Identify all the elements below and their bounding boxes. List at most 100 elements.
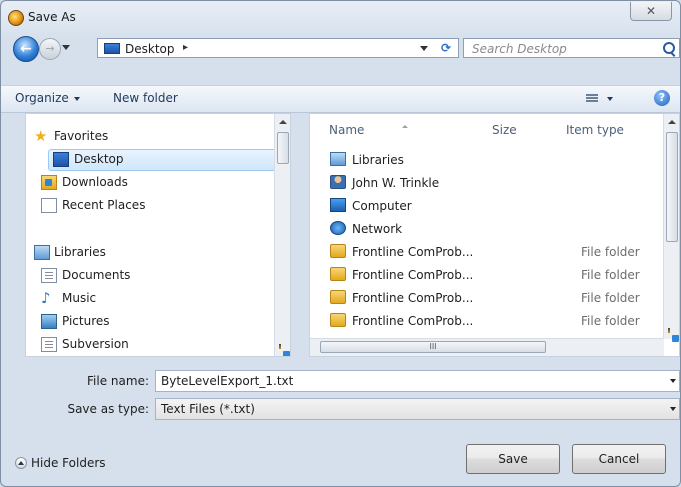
cancel-button[interactable]: Cancel (572, 444, 666, 474)
address-dropdown-icon[interactable] (420, 46, 428, 51)
sidebar-item-label: Subversion (62, 337, 129, 351)
organize-label: Organize (15, 91, 69, 105)
sidebar-item-label: Libraries (54, 245, 106, 259)
help-icon[interactable]: ? (654, 90, 670, 106)
desktop-icon (104, 43, 120, 54)
sidebar-item-documents[interactable]: Documents (26, 265, 276, 287)
file-name: Frontline ComProb... (352, 314, 474, 328)
search-box[interactable]: Search Desktop (463, 38, 680, 58)
navigation-pane: ★ Favorites Desktop Downloads Recent Pla… (25, 113, 291, 357)
folder-icon (330, 244, 346, 258)
list-item[interactable]: Frontline ComProb... File folder (326, 310, 656, 333)
chevron-down-icon[interactable] (670, 407, 676, 411)
sidebar-item-music[interactable]: ♪ Music (26, 288, 276, 310)
save-as-type-value[interactable]: Text Files (*.txt) (161, 402, 255, 416)
library-icon (34, 245, 50, 260)
file-list-horizontal-scrollbar[interactable]: III (310, 338, 664, 356)
save-as-type-select[interactable]: Text Files (*.txt) (155, 398, 680, 420)
list-item[interactable]: John W. Trinkle (326, 172, 656, 195)
sidebar-item-label: Desktop (74, 152, 124, 166)
sidebar-item-label: Favorites (54, 129, 109, 143)
window-title: Save As (28, 10, 76, 24)
sidebar-item-pictures[interactable]: Pictures (26, 311, 276, 333)
sidebar-item-label: Recent Places (62, 198, 146, 212)
column-header-item-type[interactable]: Item type (566, 123, 624, 137)
scroll-up-icon[interactable] (279, 120, 287, 124)
music-icon: ♪ (41, 289, 51, 307)
user-folder-icon (330, 175, 346, 189)
search-input[interactable]: Search Desktop (472, 42, 567, 56)
list-item[interactable]: Frontline ComProb... File folder (326, 264, 656, 287)
file-list-vertical-scrollbar[interactable] (663, 114, 679, 342)
sidebar-item-label: Documents (62, 268, 131, 282)
views-dropdown-icon[interactable] (607, 97, 613, 101)
file-name: Frontline ComProb... (352, 291, 474, 305)
sidebar-item-downloads[interactable]: Downloads (26, 172, 276, 194)
back-button[interactable]: ← (13, 36, 39, 62)
folder-icon (330, 267, 346, 281)
hide-folders-label: Hide Folders (31, 456, 106, 470)
address-bar[interactable]: Desktop ▸ ⟳ (97, 38, 459, 58)
star-icon: ★ (34, 127, 48, 145)
save-as-type-label: Save as type: (67, 402, 149, 416)
address-location[interactable]: Desktop (125, 42, 175, 56)
file-list-pane: Name Size Item type Libraries John W. Tr… (309, 113, 680, 357)
column-header-size[interactable]: Size (492, 123, 517, 137)
forward-button[interactable]: → (39, 38, 61, 60)
scroll-down-icon[interactable] (279, 344, 290, 356)
scroll-up-icon[interactable] (668, 120, 676, 124)
title-bar: Save As ✕ (1, 1, 680, 33)
list-item[interactable]: Libraries (326, 149, 656, 172)
refresh-button[interactable]: ⟳ (441, 41, 451, 55)
sidebar-item-favorites[interactable]: ★ Favorites (26, 126, 276, 148)
sort-ascending-icon (402, 125, 408, 128)
hide-folders-button[interactable]: Hide Folders (15, 456, 106, 470)
app-icon (8, 10, 24, 26)
new-folder-button[interactable]: New folder (113, 91, 178, 105)
search-icon[interactable] (663, 42, 675, 54)
organize-button[interactable]: Organize (15, 91, 80, 105)
file-name: Computer (352, 199, 412, 213)
save-button[interactable]: Save (466, 444, 560, 474)
sidebar-item-desktop[interactable]: Desktop (48, 149, 280, 171)
command-bar: Organize New folder ? (1, 85, 680, 113)
file-type: File folder (581, 245, 640, 259)
navigation-bar: ← → Desktop ▸ ⟳ Search Desktop (1, 33, 680, 63)
sidebar-item-subversion[interactable]: Subversion (26, 334, 276, 356)
computer-icon (330, 198, 346, 212)
sidebar-item-label: Downloads (62, 175, 128, 189)
list-item[interactable]: Frontline ComProb... File folder (326, 241, 656, 264)
sidebar-scrollbar[interactable] (274, 114, 290, 356)
file-name-field[interactable]: ByteLevelExport_1.txt (155, 370, 680, 392)
recent-locations-dropdown[interactable] (62, 45, 70, 50)
chevron-down-icon (73, 96, 80, 101)
downloads-icon (41, 175, 57, 190)
file-name-value[interactable]: ByteLevelExport_1.txt (161, 374, 293, 388)
file-name: Frontline ComProb... (352, 268, 474, 282)
sidebar-item-libraries[interactable]: Libraries (26, 242, 276, 264)
sidebar-scroll-thumb[interactable] (277, 132, 289, 164)
horizontal-scroll-thumb[interactable]: III (320, 341, 546, 353)
list-item[interactable]: Frontline ComProb... File folder (326, 287, 656, 310)
pictures-icon (41, 314, 57, 329)
desktop-icon (53, 152, 69, 167)
save-as-dialog: Save As ✕ ← → Desktop ▸ ⟳ Search Desktop… (0, 0, 681, 487)
file-type: File folder (581, 291, 640, 305)
file-name: Frontline ComProb... (352, 245, 474, 259)
file-type: File folder (581, 314, 640, 328)
chevron-down-icon[interactable] (670, 379, 676, 383)
sidebar-item-recent-places[interactable]: Recent Places (26, 195, 276, 217)
chevron-up-icon (15, 457, 27, 469)
documents-icon (41, 268, 57, 283)
list-item[interactable]: Computer (326, 195, 656, 218)
list-item[interactable]: Network (326, 218, 656, 241)
views-icon[interactable] (586, 94, 598, 103)
recent-places-icon (41, 198, 57, 213)
breadcrumb-chevron-icon[interactable]: ▸ (183, 42, 188, 53)
file-list-scroll-thumb[interactable] (666, 132, 678, 242)
column-header-name[interactable]: Name (329, 123, 408, 137)
library-icon (330, 152, 346, 166)
close-button[interactable]: ✕ (630, 2, 672, 21)
scroll-down-icon[interactable] (668, 328, 679, 342)
sidebar-item-label: Music (62, 291, 97, 305)
